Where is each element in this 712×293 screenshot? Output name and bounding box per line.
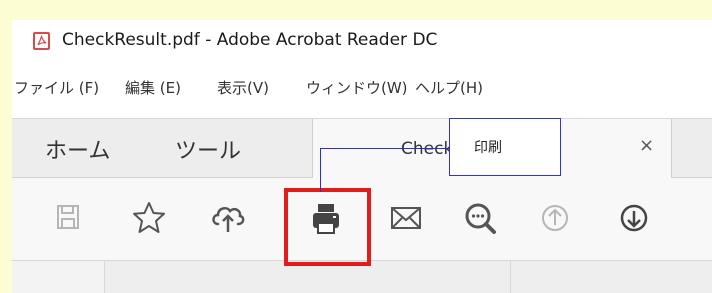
pane-divider	[510, 261, 511, 293]
menu-edit[interactable]: 編集 (E)	[125, 77, 181, 98]
window-title: CheckResult.pdf - Adobe Acrobat Reader D…	[62, 30, 438, 50]
menu-help[interactable]: ヘルプ(H)	[415, 77, 483, 98]
cloud-upload-icon[interactable]	[205, 196, 249, 240]
menu-bar: ファイル (F) 編集 (E) 表示(V) ウィンドウ(W) ヘルプ(H)	[12, 77, 712, 107]
callout-leader-line	[320, 148, 453, 192]
menu-window[interactable]: ウィンドウ(W)	[306, 77, 408, 98]
acrobat-icon	[33, 32, 50, 50]
page-up-icon[interactable]	[533, 196, 577, 240]
callout-label: 印刷	[474, 140, 502, 156]
title-bar: CheckResult.pdf - Adobe Acrobat Reader D…	[12, 20, 712, 66]
menu-file[interactable]: ファイル (F)	[14, 77, 99, 98]
page-down-icon[interactable]	[612, 196, 656, 240]
mail-icon[interactable]	[384, 196, 428, 240]
zoom-search-icon[interactable]	[458, 196, 502, 240]
acrobat-window: CheckResult.pdf - Adobe Acrobat Reader D…	[12, 20, 712, 293]
navigation-pane	[12, 261, 105, 293]
print-highlight-box	[284, 188, 371, 266]
star-icon[interactable]	[127, 196, 171, 240]
tab-home[interactable]: ホーム	[45, 133, 110, 165]
tab-tools[interactable]: ツール	[175, 133, 241, 165]
close-icon[interactable]: ×	[639, 137, 654, 155]
print-callout: 印刷	[449, 118, 561, 176]
save-icon[interactable]	[46, 196, 90, 240]
menu-view[interactable]: 表示(V)	[217, 77, 269, 98]
